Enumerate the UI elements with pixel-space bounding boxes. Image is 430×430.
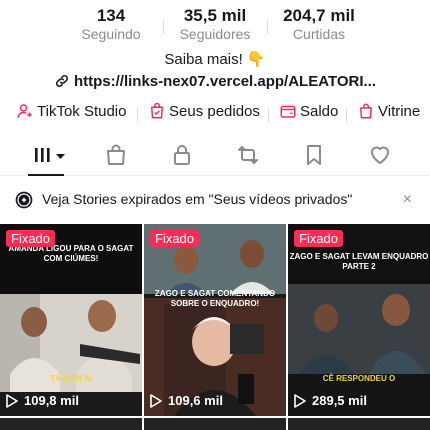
following-stat[interactable]: 134 Seguindo (56, 6, 166, 43)
videos-grid-icon (35, 148, 65, 162)
video-thumbnail-next[interactable] (288, 418, 430, 430)
orders-icon (151, 102, 163, 119)
shortcut-divider (137, 108, 138, 122)
tab-videos[interactable] (32, 143, 68, 167)
shortcut-divider (268, 108, 269, 122)
video-grid: AMANDA LIGOU PARA O SAGAT COM CIÚMES! TÁ… (0, 224, 430, 430)
view-count-text: 109,8 mil (24, 393, 79, 408)
view-count: 109,8 mil (6, 393, 79, 408)
following-label: Seguindo (81, 26, 141, 42)
bookmark-icon (307, 145, 321, 165)
tab-liked[interactable] (368, 143, 392, 167)
video-thumbnail[interactable]: ZAGO E SAGAT COMENTANDO SOBRE O ENQUADRO… (144, 224, 286, 416)
shop-bag-icon (107, 144, 125, 165)
video-caption: AMANDA LIGOU PARA O SAGAT COM CIÚMES! (8, 244, 134, 263)
view-count-text: 289,5 mil (312, 393, 367, 408)
pinned-badge: Fixado (294, 230, 344, 247)
orders-button[interactable]: Seus pedidos (148, 102, 260, 120)
video-caption: ZAGO E SAGAT COMENTANDO SOBRE O ENQUADRO… (154, 289, 276, 308)
balance-label: Saldo (300, 102, 339, 120)
video-subtitle: TÁ BOM AI (50, 374, 92, 383)
following-count: 134 (96, 6, 126, 25)
play-icon (6, 393, 18, 408)
shortcut-divider (346, 108, 347, 122)
video-thumbnail-next[interactable] (0, 418, 142, 430)
video-caption: ZAGO E SAGAT LEVAM ENQUADRO PARTE 2 (289, 252, 429, 271)
play-icon (294, 393, 306, 408)
active-tab-indicator (28, 174, 64, 176)
profile-stats: 134 Seguindo 35,5 mil Seguidores 204,7 m… (0, 6, 430, 46)
followers-stat[interactable]: 35,5 mil Seguidores (160, 6, 270, 43)
play-icon (150, 393, 162, 408)
view-count: 109,6 mil (150, 393, 223, 408)
likes-label: Curtidas (292, 26, 346, 42)
showcase-button[interactable]: Vitrine (357, 102, 420, 120)
tiktok-studio-button[interactable]: TikTok Studio (16, 102, 126, 120)
tab-private[interactable] (170, 143, 194, 167)
followers-count: 35,5 mil (183, 6, 247, 25)
stories-add-icon (15, 191, 33, 209)
profile-link[interactable]: https://links-nex07.vercel.app/ALEATORI.… (0, 70, 430, 92)
repost-icon (238, 146, 258, 164)
likes-stat[interactable]: 204,7 mil Curtidas (264, 6, 374, 43)
tiktok-studio-icon (17, 104, 32, 118)
tab-reposts[interactable] (236, 143, 260, 167)
close-icon[interactable]: × (403, 191, 412, 209)
video-thumbnail[interactable]: AMANDA LIGOU PARA O SAGAT COM CIÚMES! TÁ… (0, 224, 142, 416)
balance-button[interactable]: Saldo (279, 102, 338, 120)
video-thumbnail[interactable]: ZAGO E SAGAT LEVAM ENQUADRO PARTE 2 CÊ R… (288, 224, 430, 416)
video-thumbnail-next[interactable] (144, 418, 286, 430)
tab-shop[interactable] (104, 143, 128, 167)
lock-icon (174, 145, 190, 165)
shopping-bag-icon (360, 103, 372, 119)
profile-bio: Saiba mais! 👇 (164, 51, 266, 68)
orders-label: Seus pedidos (169, 102, 260, 120)
wallet-icon (280, 105, 296, 118)
pinned-badge: Fixado (150, 230, 200, 247)
view-count-text: 109,6 mil (168, 393, 223, 408)
link-icon (55, 74, 69, 88)
video-subtitle: CÊ RESPONDEU O (322, 374, 396, 383)
heart-icon (371, 146, 389, 164)
view-count: 289,5 mil (294, 393, 367, 408)
profile-link-text: https://links-nex07.vercel.app/ALEATORI.… (73, 72, 377, 90)
creator-shortcuts: TikTok Studio Seus pedidos Saldo Vitrine (0, 100, 430, 126)
tab-favorites[interactable] (302, 143, 326, 167)
likes-count: 204,7 mil (283, 6, 355, 25)
showcase-label: Vitrine (378, 102, 421, 120)
followers-label: Seguidores (179, 26, 251, 42)
video-thumbnail-image (144, 224, 286, 416)
pinned-badge: Fixado (6, 230, 56, 247)
profile-tabs (0, 140, 430, 176)
stories-banner[interactable]: Veja Stories expirados em "Seus vídeos p… (0, 182, 430, 218)
stories-banner-text: Veja Stories expirados em "Seus vídeos p… (42, 191, 353, 207)
tiktok-studio-label: TikTok Studio (37, 102, 127, 120)
